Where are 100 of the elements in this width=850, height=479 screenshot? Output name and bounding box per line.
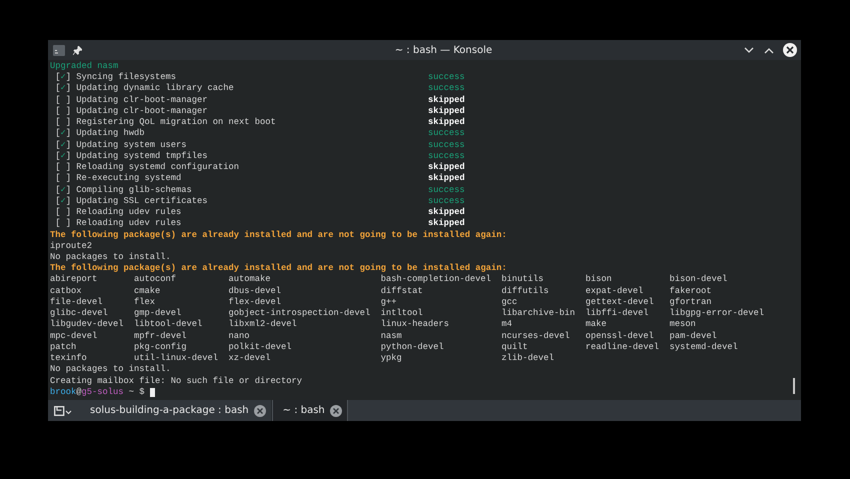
step-marker: [✓]: [55, 140, 72, 151]
step-label: Updating hwdb: [76, 128, 146, 140]
step-label: Compiling glib-schemas: [76, 184, 193, 196]
package-name: gobject-introspection-devel: [228, 308, 370, 318]
step-status: skipped: [428, 218, 465, 230]
package-name: mpc-devel: [50, 330, 98, 341]
terminal-line: No packages to install.: [50, 252, 171, 264]
package-name: mpfr-devel: [134, 330, 187, 341]
terminal-line: iproute2: [50, 240, 92, 252]
warning-line: The following package(s) are already installed and are not going to be installed again:: [50, 263, 507, 274]
package-name: libtool-devel: [134, 319, 202, 330]
step-marker: [✓]: [55, 128, 72, 140]
package-name: abireport: [50, 274, 98, 284]
package-name: libgpg-error-devel: [670, 308, 764, 318]
package-name: bison: [586, 274, 612, 284]
package-name: autoconf: [134, 274, 176, 284]
package-name: texinfo: [50, 353, 87, 364]
package-name: expat-devel: [586, 286, 644, 296]
package-name: binutils: [502, 274, 544, 284]
step-marker: [✓]: [55, 184, 72, 196]
close-icon[interactable]: [783, 43, 797, 57]
step-status: success: [428, 150, 465, 162]
step-marker: [✓]: [55, 150, 72, 162]
package-name: automake: [228, 274, 271, 284]
step-status: success: [428, 184, 465, 196]
step-status: success: [428, 140, 465, 151]
package-name: dbus-devel: [228, 286, 282, 296]
package-name: patch: [50, 342, 76, 352]
package-name: flex-devel: [228, 296, 282, 307]
terminal-line: Creating mailbox file: No such file or directory: [50, 376, 302, 387]
pin-icon[interactable]: [73, 46, 82, 54]
package-name: quilt: [502, 342, 528, 352]
package-name: meson: [670, 319, 696, 330]
step-label: Reloading udev rules: [76, 218, 182, 230]
tab-label: ~ : bash: [282, 405, 325, 416]
step-marker: [✓]: [55, 83, 72, 95]
package-name: m4: [502, 319, 512, 330]
package-name: intltool: [380, 308, 423, 318]
package-name: cmake: [134, 286, 160, 296]
package-name: readline-devel: [586, 342, 660, 352]
package-name: make: [586, 319, 607, 330]
package-name: diffstat: [380, 286, 423, 296]
package-name: zlib-devel: [502, 353, 554, 364]
close-tab-icon[interactable]: [330, 404, 342, 416]
package-name: catbox: [50, 286, 82, 296]
step-label: Syncing filesystems: [76, 72, 178, 84]
package-name: gcc: [502, 296, 518, 307]
minimize-icon[interactable]: [744, 46, 754, 54]
package-name: libgudev-devel: [50, 319, 124, 330]
step-marker: [ ]: [55, 173, 72, 185]
package-name: bison-devel: [670, 274, 728, 284]
step-status: skipped: [428, 94, 465, 106]
step-marker: [✓]: [55, 196, 72, 208]
package-name: systemd-devel: [670, 342, 738, 352]
new-tab-icon: [54, 406, 72, 416]
tab-label: solus-building-a-package : bash: [90, 405, 249, 416]
package-name: util-linux-devel: [134, 353, 218, 364]
package-name: fakeroot: [670, 286, 712, 296]
package-name: polkit-devel: [228, 342, 292, 352]
step-status: skipped: [428, 173, 465, 185]
step-label: Updating clr-boot-manager: [76, 106, 209, 118]
step-status: success: [428, 196, 465, 208]
step-marker: [ ]: [55, 218, 72, 230]
prompt-host: g5-solus: [82, 386, 124, 398]
step-marker: [ ]: [55, 94, 72, 106]
step-marker: [ ]: [55, 162, 72, 174]
step-label: Reloading udev rules: [76, 207, 182, 218]
prompt-at: @: [76, 386, 82, 398]
package-name: glibc-devel: [50, 308, 108, 318]
package-name: pam-devel: [670, 330, 717, 341]
package-name: diffutils: [502, 286, 549, 296]
package-name: nasm: [380, 330, 402, 341]
package-name: gfortran: [670, 296, 712, 307]
step-marker: [ ]: [55, 207, 72, 218]
scrollbar-thumb[interactable]: [793, 378, 795, 394]
package-name: xz-devel: [228, 353, 271, 364]
terminal-line: No packages to install.: [50, 364, 171, 376]
step-marker: [ ]: [55, 117, 72, 128]
package-name: ypkg: [380, 353, 402, 364]
prompt-user: brook: [50, 386, 76, 398]
step-status: success: [428, 72, 465, 84]
step-status: skipped: [428, 162, 465, 174]
close-tab-icon[interactable]: [254, 404, 266, 416]
step-label: Updating SSL certificates: [76, 196, 209, 208]
warning-line: The following package(s) are already installed and are not going to be installed again:: [50, 230, 507, 241]
package-name: g++: [380, 296, 397, 307]
step-label: Updating systemd tmpfiles: [76, 150, 209, 162]
terminal-tab[interactable]: ~ : bash: [272, 400, 348, 421]
step-status: skipped: [428, 106, 465, 118]
package-name: bash-completion-devel: [380, 274, 492, 284]
step-label: Registering QoL migration on next boot: [76, 117, 277, 128]
step-label: Updating clr-boot-manager: [76, 94, 209, 106]
terminal-tab[interactable]: solus-building-a-package : bash: [80, 400, 272, 421]
step-status: success: [428, 83, 465, 95]
step-marker: [✓]: [55, 72, 72, 84]
step-marker: [ ]: [55, 106, 72, 118]
package-name: openssl-devel: [586, 330, 654, 341]
package-name: file-devel: [50, 296, 103, 307]
maximize-icon[interactable]: [764, 46, 774, 54]
step-status: skipped: [428, 117, 465, 128]
